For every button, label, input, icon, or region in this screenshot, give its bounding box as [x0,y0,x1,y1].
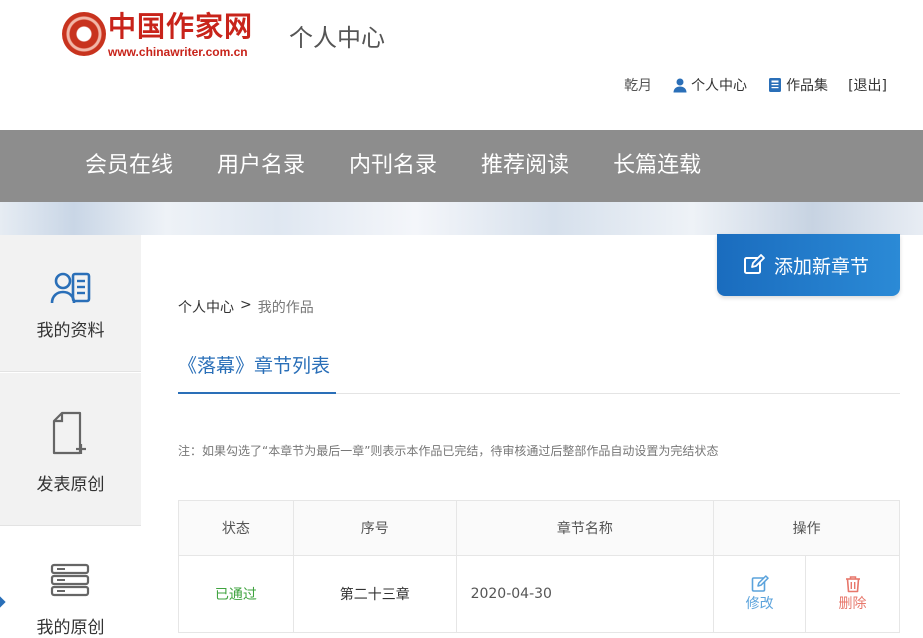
works-label: 作品集 [786,78,829,94]
profile-card-icon [50,272,91,304]
edit-icon [744,254,765,274]
nav-item-journal-directory[interactable]: 内刊名录 [349,130,437,202]
table-header-row: 状态 序号 章节名称 操作 [178,500,900,556]
page-header: 中国作家网 www.chinawriter.com.cn 个人中心 乾月 个人中… [0,0,923,130]
row-edit-cell: 修改 [713,555,807,633]
delete-label: 删除 [838,596,867,612]
row-delete-cell: 删除 [805,555,900,633]
page-title: 个人中心 [289,24,385,52]
table-row: 已通过 第二十三章 2020-04-30 修改 删除 [178,555,900,633]
edit-button[interactable]: 修改 [714,575,805,613]
new-document-icon [52,411,86,455]
col-status: 状态 [178,500,294,556]
completion-note: 注：如果勾选了“本章节为最后一章”则表示本作品已完结，待审核通过后整部作品自动设… [178,444,719,458]
username: 乾月 [624,78,653,94]
logout-label: [退出] [848,78,887,94]
nav-item-recommended-reading[interactable]: 推荐阅读 [481,130,569,202]
add-chapter-button[interactable]: 添加新章节 [717,234,900,296]
nav-item-serialized-novels[interactable]: 长篇连载 [613,130,701,202]
sidebar-item-my-profile[interactable]: 我的资料 [0,235,141,372]
add-chapter-label: 添加新章节 [774,255,870,278]
row-chapter-name: 2020-04-30 [455,555,715,633]
sidebar-item-label: 发表原创 [36,475,105,495]
banner-image [0,202,923,235]
works-link[interactable]: 作品集 [767,75,828,95]
logo-text: 中国作家网 [108,10,254,43]
sidebar-item-label: 我的原创 [36,618,105,638]
breadcrumb-current: 我的作品 [257,300,314,316]
logout-link[interactable]: [退出] [848,75,887,95]
user-bar: 乾月 个人中心 作品集 [退出] [624,75,887,95]
col-index: 序号 [292,500,457,556]
col-chapter-name: 章节名称 [455,500,715,556]
server-stack-icon [50,563,90,597]
sidebar-item-my-originals[interactable]: 我的原创 [0,527,141,638]
personal-center-label: 个人中心 [691,78,748,94]
breadcrumb-separator: > [240,297,252,313]
logo-url: www.chinawriter.com.cn [108,45,248,59]
pencil-icon [751,575,769,592]
book-icon [769,78,782,92]
user-icon [673,78,687,93]
logo-emblem-icon [62,12,106,56]
col-actions: 操作 [713,500,900,556]
delete-button[interactable]: 删除 [806,575,899,613]
breadcrumb-home[interactable]: 个人中心 [178,297,234,317]
row-status: 已通过 [178,555,294,633]
section-title-underline [178,392,336,394]
section-title: 《落幕》章节列表 [178,355,331,377]
trash-icon [845,576,860,593]
sidebar-item-publish-original[interactable]: 发表原创 [0,373,141,526]
edit-label: 修改 [745,596,774,612]
nav-item-members-online[interactable]: 会员在线 [85,130,173,202]
nav-item-user-directory[interactable]: 用户名录 [217,130,305,202]
breadcrumb: 个人中心 > 我的作品 [178,297,314,317]
personal-center-link[interactable]: 个人中心 [672,75,747,95]
site-logo[interactable]: 中国作家网 www.chinawriter.com.cn [62,10,262,64]
sidebar: 我的资料 发表原创 我的原创 [0,235,141,638]
sidebar-item-label: 我的资料 [36,321,105,341]
chapter-table: 状态 序号 章节名称 操作 已通过 第二十三章 2020-04-30 修改 删除 [178,500,900,633]
row-chapter-index: 第二十三章 [292,555,457,633]
main-nav: 会员在线 用户名录 内刊名录 推荐阅读 长篇连载 [0,130,923,202]
